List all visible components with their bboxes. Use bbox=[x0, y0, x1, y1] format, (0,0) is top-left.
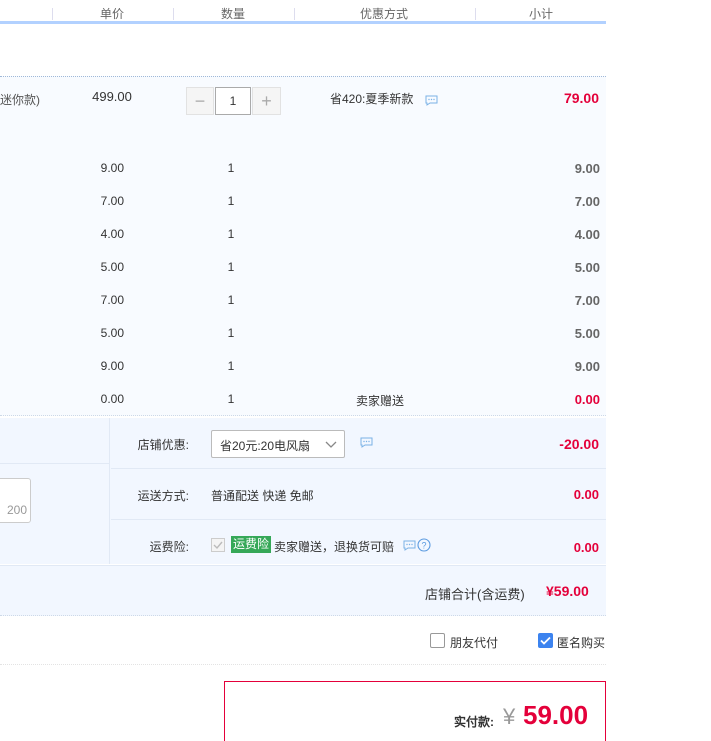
sub-price: 7.00 bbox=[100, 293, 124, 307]
increase-button[interactable]: + bbox=[252, 87, 281, 115]
list-item: 0.00 1 卖家赠送 0.00 bbox=[0, 392, 606, 412]
promo-comment-icon[interactable] bbox=[425, 95, 438, 106]
sub-qty: 1 bbox=[227, 194, 235, 208]
item-price: 499.00 bbox=[92, 89, 132, 104]
discount-value: -20.00 bbox=[559, 436, 599, 452]
left-divider bbox=[0, 463, 110, 464]
sub-price: 9.00 bbox=[100, 161, 124, 175]
insurance-comment-icon[interactable] bbox=[403, 540, 416, 551]
shop-discount-row: 店铺优惠: 省20元:20电风扇 -20.00 bbox=[111, 418, 606, 469]
header-col-qty: 数量 bbox=[220, 7, 245, 21]
sub-subtotal: 7.00 bbox=[574, 293, 600, 308]
discount-comment-icon[interactable] bbox=[360, 437, 373, 448]
list-item: 7.00 1 7.00 bbox=[0, 293, 606, 313]
insurance-label: 运费险: bbox=[149, 540, 189, 554]
sub-subtotal: 9.00 bbox=[574, 161, 600, 176]
options-row: 朋友代付 匿名购买 bbox=[0, 617, 606, 665]
sub-subtotal: 9.00 bbox=[574, 359, 600, 374]
list-item: 5.00 1 5.00 bbox=[0, 326, 606, 346]
list-item: 7.00 1 7.00 bbox=[0, 194, 606, 214]
shop-total-value: ¥59.00 bbox=[546, 583, 589, 599]
payment-box: 实付款: ¥ 59.00 bbox=[224, 681, 606, 741]
list-item: 9.00 1 9.00 bbox=[0, 359, 606, 379]
header-divider bbox=[173, 8, 174, 20]
sub-price: 0.00 bbox=[100, 392, 124, 406]
insurance-checkbox[interactable] bbox=[211, 538, 225, 552]
svg-text:?: ? bbox=[421, 541, 426, 551]
quantity-stepper: − 1 + bbox=[186, 87, 282, 115]
message-textarea[interactable]: 200 bbox=[0, 478, 31, 523]
friend-pay-checkbox[interactable] bbox=[430, 633, 445, 648]
decrease-button[interactable]: − bbox=[186, 87, 214, 115]
payment-amount: 59.00 bbox=[523, 700, 589, 730]
payment-currency: ¥ bbox=[503, 704, 516, 729]
insurance-badge: 运费险 bbox=[231, 536, 272, 553]
list-item: 4.00 1 4.00 bbox=[0, 227, 606, 247]
header-col-price: 单价 bbox=[99, 7, 124, 21]
sub-qty: 1 bbox=[227, 392, 235, 406]
sub-subtotal: 4.00 bbox=[574, 227, 600, 242]
shipping-value: 0.00 bbox=[573, 487, 599, 502]
sub-price: 5.00 bbox=[100, 326, 124, 340]
friend-pay-label[interactable]: 朋友代付 bbox=[450, 634, 498, 651]
list-item: 9.00 1 9.00 bbox=[0, 161, 606, 181]
anonymous-checkbox[interactable] bbox=[538, 633, 553, 648]
sub-price: 7.00 bbox=[100, 194, 124, 208]
sub-subtotal: 7.00 bbox=[574, 194, 600, 209]
discount-select-value: 省20元:20电风扇 bbox=[220, 439, 311, 453]
sub-qty: 1 bbox=[227, 161, 235, 175]
shop-shipping-row: 运送方式: 普通配送 快递 免邮 0.00 bbox=[111, 470, 606, 520]
shop-total-row: 店铺合计(含运费) ¥59.00 bbox=[0, 565, 606, 616]
shipping-text: 普通配送 快递 免邮 bbox=[211, 489, 314, 503]
shipping-label: 运送方式: bbox=[137, 489, 189, 503]
header-divider bbox=[475, 8, 476, 20]
sub-qty: 1 bbox=[227, 359, 235, 373]
header-divider bbox=[294, 8, 295, 20]
list-item: 5.00 1 5.00 bbox=[0, 260, 606, 280]
discount-select[interactable]: 省20元:20电风扇 bbox=[211, 430, 345, 458]
promo-text: 省420:夏季新款 bbox=[330, 92, 414, 106]
item-desc-fragment: 迷你款) bbox=[0, 93, 40, 107]
discount-label: 店铺优惠: bbox=[137, 438, 189, 452]
item-subtotal: 79.00 bbox=[563, 90, 599, 106]
sub-subtotal: 5.00 bbox=[574, 260, 600, 275]
shop-insurance-row: 运费险: 运费险 卖家赠送，退换货可赔 ? 0.00 bbox=[111, 521, 606, 564]
anonymous-label[interactable]: 匿名购买 bbox=[557, 634, 605, 651]
sub-qty: 1 bbox=[227, 260, 235, 274]
help-icon[interactable]: ? bbox=[417, 538, 431, 552]
message-char-count: 200 bbox=[6, 503, 27, 517]
header-col-subtotal: 小计 bbox=[528, 7, 553, 21]
sub-price: 9.00 bbox=[100, 359, 124, 373]
sub-price: 5.00 bbox=[100, 260, 124, 274]
header-col-promo: 优惠方式 bbox=[359, 7, 408, 21]
table-header: 单价 数量 优惠方式 小计 bbox=[0, 0, 606, 24]
sub-subtotal: 5.00 bbox=[574, 326, 600, 341]
sub-price: 4.00 bbox=[100, 227, 124, 241]
item-block: 迷你款) 499.00 − 1 + 省420:夏季新款 79.00 9.00 1… bbox=[0, 76, 606, 416]
sub-qty: 1 bbox=[227, 227, 235, 241]
shop-section: 200 店铺优惠: 省20元:20电风扇 -20.00 运送方式: 普通配送 快… bbox=[0, 418, 606, 564]
insurance-value: 0.00 bbox=[573, 540, 599, 555]
header-divider bbox=[52, 8, 53, 20]
insurance-text: 卖家赠送，退换货可赔 bbox=[274, 540, 395, 554]
payment-label: 实付款: bbox=[454, 715, 494, 729]
chevron-down-icon bbox=[325, 439, 337, 449]
shop-left-panel: 200 bbox=[0, 418, 110, 564]
quantity-input[interactable]: 1 bbox=[215, 87, 251, 115]
sub-qty: 1 bbox=[227, 293, 235, 307]
gift-note: 卖家赠送 bbox=[356, 394, 405, 408]
shop-total-label: 店铺合计(含运费) bbox=[425, 587, 525, 602]
sub-qty: 1 bbox=[227, 326, 235, 340]
sub-subtotal: 0.00 bbox=[574, 392, 600, 407]
